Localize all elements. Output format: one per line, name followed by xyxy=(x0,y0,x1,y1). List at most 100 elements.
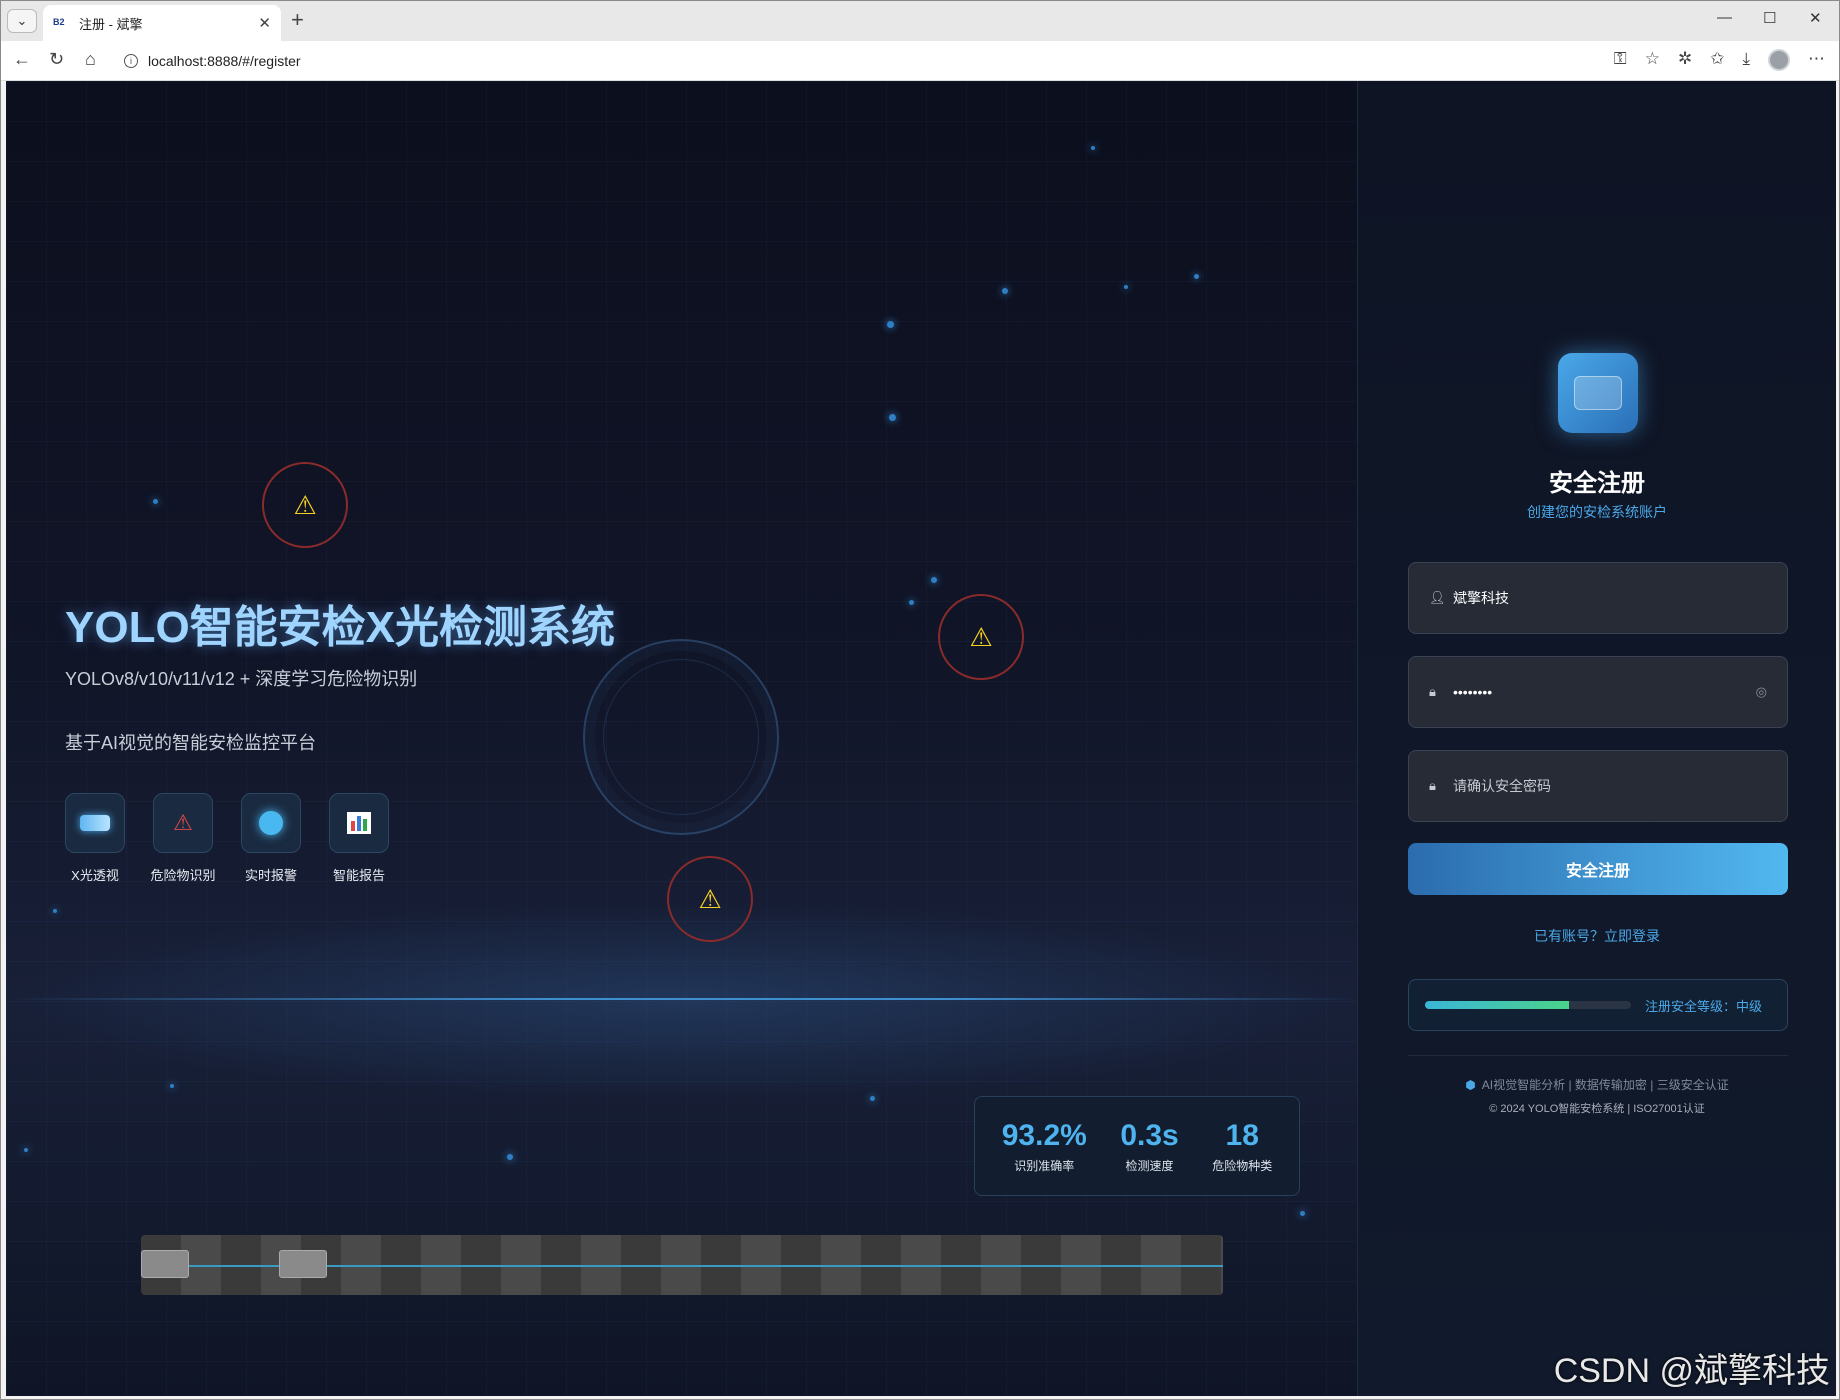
more-icon[interactable]: ⋯ xyxy=(1808,49,1825,71)
particle xyxy=(1091,146,1095,150)
particle xyxy=(1002,288,1008,294)
particle xyxy=(931,577,937,583)
register-page: ⚠ ⚠ ⚠ YOLO智能安检X光检测系统 YOLOv8/v10/v11/v12 … xyxy=(6,81,1836,1396)
feature-item: 智能报告 xyxy=(329,793,389,884)
feature-list: X光透视 ⚠ 危险物识别 实时报警 智能报告 xyxy=(65,793,389,884)
stats-card: 93.2% 识别准确率 0.3s 检测速度 18 危险物种类 xyxy=(974,1096,1300,1196)
stat-label: 识别准确率 xyxy=(1014,1158,1075,1173)
stat-label: 检测速度 xyxy=(1125,1158,1174,1173)
stat-item: 0.3s 检测速度 xyxy=(1120,1119,1178,1174)
particle xyxy=(889,414,896,421)
minimize-icon[interactable]: — xyxy=(1717,9,1732,26)
home-icon[interactable]: ⌂ xyxy=(85,49,96,70)
hazard-marker: ⚠ xyxy=(667,856,753,942)
address-bar[interactable]: i localhost:8888/#/register xyxy=(114,46,1654,76)
particle xyxy=(870,1096,875,1101)
extensions-icon[interactable]: ✲ xyxy=(1678,49,1692,71)
xray-icon xyxy=(65,793,125,853)
reload-icon[interactable]: ↻ xyxy=(49,49,64,70)
stat-label: 危险物种类 xyxy=(1212,1158,1273,1173)
security-level-text: 注册安全等级：中级 xyxy=(1645,998,1763,1014)
footer-line1: AI视觉智能分析 | 数据传输加密 | 三级安全认证 xyxy=(1481,1078,1729,1092)
key-icon[interactable]: ⚿ xyxy=(1614,49,1627,71)
watermark: CSDN @斌擎科技 xyxy=(1553,1352,1830,1390)
password-input[interactable] xyxy=(1453,684,1756,700)
tab-list-button[interactable]: ⌄ xyxy=(7,9,37,33)
confirm-password-input[interactable] xyxy=(1453,778,1767,794)
particle xyxy=(507,1154,513,1160)
login-link[interactable]: 已有账号？立即登录 xyxy=(1358,926,1836,946)
download-icon[interactable]: ⤓ xyxy=(1742,49,1750,71)
cube-icon: ⬢ xyxy=(1465,1078,1476,1092)
luggage-item xyxy=(279,1250,327,1278)
alarm-dot-icon xyxy=(241,793,301,853)
close-icon[interactable]: ✕ xyxy=(258,14,271,32)
shield-logo-icon xyxy=(1558,353,1638,433)
feature-label: 危险物识别 xyxy=(150,868,216,883)
hero-description: 基于AI视觉的智能安检监控平台 xyxy=(65,733,317,753)
warning-icon: ⚠ xyxy=(153,793,213,853)
url-text: localhost:8888/#/register xyxy=(148,53,301,69)
feature-label: 智能报告 xyxy=(332,868,385,883)
scan-line xyxy=(6,998,1356,1000)
particle xyxy=(24,1148,28,1152)
register-panel: 安全注册 创建您的安检系统账户 👤︎ 🔒︎ ◎ 🔒︎ 安全注册 已有账号？立即登… xyxy=(1357,81,1836,1396)
browser-window: ⌄ B2 注册 - 斌擎 ✕ + — ☐ ✕ ← ↻ ⌂ i localhost… xyxy=(0,0,1840,1400)
feature-label: 实时报警 xyxy=(244,868,297,883)
site-info-icon[interactable]: i xyxy=(124,54,138,68)
favorites-icon[interactable]: ✩ xyxy=(1710,49,1724,71)
footer-copyright: © 2024 YOLO智能安检系统 | ISO27001认证 xyxy=(1489,1103,1705,1115)
lock-icon: 🔒︎ xyxy=(1429,684,1436,699)
eye-off-icon[interactable]: ◎ xyxy=(1756,684,1767,700)
favicon-icon: B2 xyxy=(53,17,65,27)
lock-icon: 🔒︎ xyxy=(1429,778,1436,793)
tab-bar: ⌄ B2 注册 - 斌擎 ✕ + — ☐ ✕ xyxy=(1,1,1839,41)
particle xyxy=(1194,274,1199,279)
toolbar-icons: ⚿ ☆ ✲ ✩ ⤓ ⋯ xyxy=(1614,49,1825,71)
warning-icon: ⚠ xyxy=(969,621,993,652)
register-button[interactable]: 安全注册 xyxy=(1408,843,1788,895)
register-subtitle: 创建您的安检系统账户 xyxy=(1527,504,1667,520)
browser-toolbar: ← ↻ ⌂ i localhost:8888/#/register ⚿ ☆ ✲ … xyxy=(1,41,1839,81)
luggage-item xyxy=(141,1250,189,1278)
particle xyxy=(909,600,914,605)
register-title: 安全注册 xyxy=(1549,470,1645,497)
confirm-password-field[interactable]: 🔒︎ xyxy=(1408,750,1788,822)
stat-value: 18 xyxy=(1225,1118,1259,1152)
stat-item: 93.2% 识别准确率 xyxy=(1002,1119,1087,1174)
feature-item: 实时报警 xyxy=(241,793,301,884)
feature-item: ⚠ 危险物识别 xyxy=(150,793,216,884)
particle xyxy=(1300,1211,1305,1216)
particle xyxy=(887,321,894,328)
browser-tab[interactable]: B2 注册 - 斌擎 ✕ xyxy=(43,5,281,41)
password-field[interactable]: 🔒︎ ◎ xyxy=(1408,656,1788,728)
avatar[interactable] xyxy=(1768,49,1790,71)
stat-item: 18 危险物种类 xyxy=(1212,1119,1272,1174)
hazard-marker: ⚠ xyxy=(938,594,1024,680)
warning-icon: ⚠ xyxy=(293,489,317,520)
maximize-icon[interactable]: ☐ xyxy=(1763,9,1776,27)
particle xyxy=(153,499,158,504)
username-input[interactable] xyxy=(1453,590,1767,606)
footer-features: ⬢ AI视觉智能分析 | 数据传输加密 | 三级安全认证 xyxy=(1358,1076,1836,1093)
particle xyxy=(170,1084,174,1088)
username-field[interactable]: 👤︎ xyxy=(1408,562,1788,634)
page-title: YOLO智能安检X光检测系统 xyxy=(65,603,616,652)
new-tab-button[interactable]: + xyxy=(291,7,304,33)
user-icon: 👤︎ xyxy=(1429,590,1446,605)
security-level-fill xyxy=(1425,1001,1570,1009)
warning-icon: ⚠ xyxy=(698,883,722,914)
divider xyxy=(1408,1055,1788,1056)
particle xyxy=(1124,285,1128,289)
scan-ring-inner xyxy=(603,659,759,815)
security-level-bar xyxy=(1425,1001,1631,1009)
tab-title: 注册 - 斌擎 xyxy=(79,16,143,32)
star-icon[interactable]: ☆ xyxy=(1645,49,1660,71)
security-level-box: 注册安全等级：中级 xyxy=(1408,979,1788,1031)
window-close-icon[interactable]: ✕ xyxy=(1809,9,1822,27)
feature-label: X光透视 xyxy=(71,868,119,883)
bar-chart-icon xyxy=(329,793,389,853)
stat-value: 0.3s xyxy=(1120,1118,1179,1152)
chevron-down-icon: ⌄ xyxy=(16,13,28,28)
back-icon[interactable]: ← xyxy=(13,49,31,70)
